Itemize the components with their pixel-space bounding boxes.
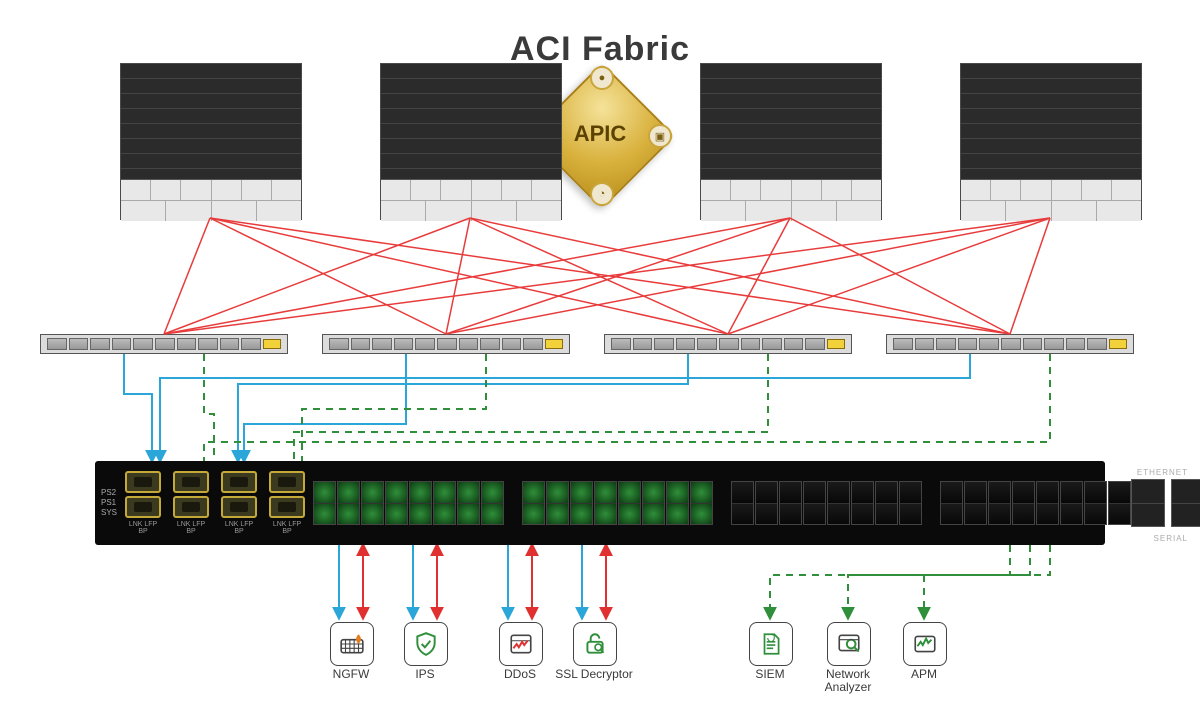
leaf-switch-4 <box>886 334 1134 354</box>
sfp-port <box>221 471 257 493</box>
sfp-port-35 <box>988 481 1011 525</box>
siem-label: SIEM <box>730 668 810 681</box>
leaf-switch-2 <box>322 334 570 354</box>
sfp-port-38 <box>1060 481 1083 525</box>
apm-tool-icon <box>903 622 947 666</box>
sfp-port-16 <box>481 481 504 525</box>
ddos-label: DDoS <box>480 668 560 681</box>
ngfw-label: NGFW <box>311 668 391 681</box>
sfp-port-13 <box>409 481 432 525</box>
ips-label: IPS <box>385 668 465 681</box>
sfp-port-24 <box>690 481 713 525</box>
apm-label: APM <box>884 668 964 681</box>
diagram-stage: ACI Fabric APIC ● ▣ ◔ ◑ <box>0 0 1200 709</box>
sfp-port <box>269 471 305 493</box>
ssl-label: SSL Decryptor <box>554 668 634 681</box>
ddos-tool-icon <box>499 622 543 666</box>
serial-label: SERIAL <box>1154 534 1188 543</box>
sfp-port-30 <box>851 481 874 525</box>
spine-switch-3 <box>700 63 882 220</box>
ingress-col-1: LNK LFP BP <box>125 471 161 535</box>
status-ps1: PS1 <box>101 498 117 508</box>
ingress-col-3: LNK LFP BP <box>221 471 257 535</box>
lock-icon: ▣ <box>648 124 672 148</box>
spine-switch-4 <box>960 63 1142 220</box>
sfp-port-23 <box>666 481 689 525</box>
sfp-port-18 <box>546 481 569 525</box>
ethernet-label: ETHERNET <box>1137 468 1188 477</box>
sfp-port-25 <box>731 481 754 525</box>
leaf-switch-1 <box>40 334 288 354</box>
ingress-col-2: LNK LFP BP <box>173 471 209 535</box>
net-label: Network Analyzer <box>808 668 888 694</box>
ngfw-tool-icon <box>330 622 374 666</box>
sfp-port-15 <box>457 481 480 525</box>
sfp-port-40 <box>1108 481 1131 525</box>
sfp-port-31 <box>875 481 898 525</box>
sfp-port-27 <box>779 481 802 525</box>
ingress-col-4: LNK LFP BP <box>269 471 305 535</box>
leaf-switch-3 <box>604 334 852 354</box>
sfp-port-29 <box>827 481 850 525</box>
sfp-port-32 <box>899 481 922 525</box>
sfp-port-36 <box>1012 481 1035 525</box>
port-bank-3 <box>731 481 922 525</box>
port-bank-2 <box>522 481 713 525</box>
sfp-port-10 <box>337 481 360 525</box>
right-ports <box>1131 479 1200 527</box>
spine-switch-2 <box>380 63 562 220</box>
spine-switch-1 <box>120 63 302 220</box>
sfp-port <box>173 496 209 518</box>
port-bank-4 <box>940 481 1131 525</box>
sfp-port-39 <box>1084 481 1107 525</box>
sfp-port-34 <box>964 481 987 525</box>
sfp-port-28 <box>803 481 826 525</box>
sfp-port-20 <box>594 481 617 525</box>
sfp-port-19 <box>570 481 593 525</box>
sfp-port-21 <box>618 481 641 525</box>
sfp-port-11 <box>361 481 384 525</box>
ssl-tool-icon <box>573 622 617 666</box>
sfp-port-37 <box>1036 481 1059 525</box>
sfp-port-33 <box>940 481 963 525</box>
qsfp-port-41 <box>1131 479 1165 527</box>
net-tool-icon <box>827 622 871 666</box>
sfp-port-26 <box>755 481 778 525</box>
sfp-port <box>221 496 257 518</box>
qsfp-port-42 <box>1171 479 1200 527</box>
sfp-port <box>269 496 305 518</box>
sfp-port <box>125 471 161 493</box>
ips-tool-icon <box>404 622 448 666</box>
clock-icon: ◔ <box>590 182 614 206</box>
sfp-port <box>173 471 209 493</box>
packet-broker: PS2 PS1 SYS LNK LFP BP LNK LFP BP LNK LF… <box>95 461 1105 545</box>
sfp-port <box>125 496 161 518</box>
port-bank-1 <box>313 481 504 525</box>
ingress-ports: LNK LFP BP LNK LFP BP LNK LFP BP LNK LFP… <box>117 471 313 535</box>
person-icon: ● <box>590 66 614 90</box>
sfp-port-9 <box>313 481 336 525</box>
status-leds: PS2 PS1 SYS <box>95 488 117 518</box>
sfp-port-12 <box>385 481 408 525</box>
sfp-port-14 <box>433 481 456 525</box>
siem-tool-icon <box>749 622 793 666</box>
status-ps2: PS2 <box>101 488 117 498</box>
status-sys: SYS <box>101 508 117 518</box>
sfp-port-22 <box>642 481 665 525</box>
sfp-port-17 <box>522 481 545 525</box>
